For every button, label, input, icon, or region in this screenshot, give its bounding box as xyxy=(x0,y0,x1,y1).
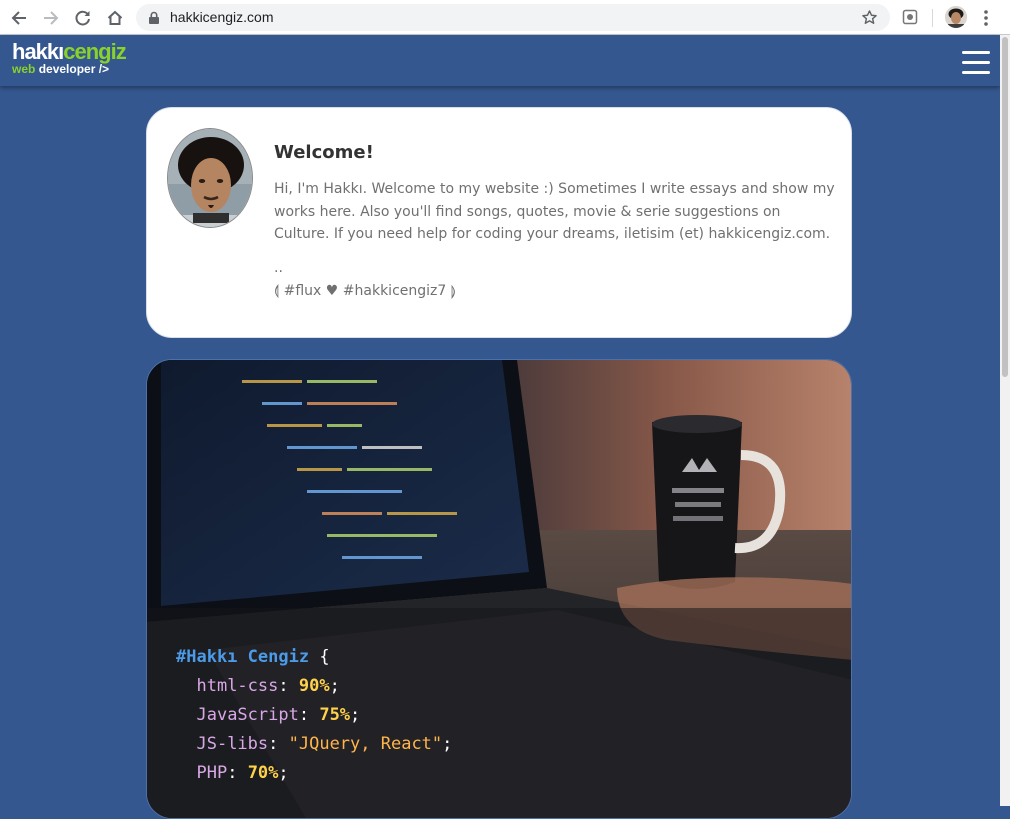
welcome-text: Hi, I'm Hakkı. Welcome to my website :) … xyxy=(274,181,835,242)
code-selector: #Hakkı Cengiz xyxy=(176,647,310,667)
lock-icon xyxy=(148,10,160,29)
code-value-html-css: 90% xyxy=(298,676,330,696)
site-logo[interactable]: hakkıcengiz web developer /> xyxy=(12,39,127,77)
code-value-php: 70% xyxy=(247,763,279,783)
extension-icon[interactable] xyxy=(902,9,918,25)
code-value-javascript: 75% xyxy=(319,705,351,725)
welcome-hashtags: ⟬ #flux ♥ #hakkicengiz7 ⟭ xyxy=(274,283,456,299)
skills-card: #Hakkı Cengiz { html-css: 90%; JavaScrip… xyxy=(146,359,852,819)
toolbar-separator xyxy=(932,9,933,27)
home-icon[interactable] xyxy=(104,7,126,29)
code-open-brace: { xyxy=(319,647,330,667)
welcome-title: Welcome! xyxy=(274,142,374,163)
page-scrollbar[interactable] xyxy=(1000,35,1010,806)
star-icon[interactable] xyxy=(861,9,878,30)
skills-code-block: #Hakkı Cengiz { html-css: 90%; JavaScrip… xyxy=(176,647,453,783)
forward-arrow-icon[interactable] xyxy=(40,7,62,29)
scrollbar-thumb[interactable] xyxy=(1002,37,1008,377)
hamburger-menu-icon[interactable] xyxy=(962,51,990,75)
welcome-dots: .. xyxy=(274,260,283,276)
author-avatar xyxy=(167,128,253,228)
logo-sub-part2: developer /> xyxy=(38,62,110,76)
reload-icon[interactable] xyxy=(72,7,94,29)
address-bar[interactable]: hakkicengiz.com xyxy=(136,4,890,31)
browser-menu-icon[interactable] xyxy=(981,8,991,28)
code-prop-javascript: JavaScript xyxy=(196,705,299,725)
site-header: hakkıcengiz web developer /> xyxy=(0,35,1000,86)
code-value-js-libs: "JQuery, React" xyxy=(288,734,443,754)
code-prop-js-libs: JS-libs xyxy=(196,734,269,754)
welcome-card: Welcome! Hi, I'm Hakkı. Welcome to my we… xyxy=(146,107,852,338)
logo-sub-part1: web xyxy=(12,62,36,76)
url-text: hakkicengiz.com xyxy=(170,9,274,25)
code-prop-html-css: html-css xyxy=(196,676,279,696)
profile-avatar[interactable] xyxy=(945,6,967,28)
back-arrow-icon[interactable] xyxy=(8,7,30,29)
logo-name-part2: cengiz xyxy=(63,39,126,64)
logo-name-part1: hakkı xyxy=(12,39,64,64)
browser-toolbar: hakkicengiz.com xyxy=(0,0,1010,35)
code-prop-php: PHP xyxy=(196,763,228,783)
